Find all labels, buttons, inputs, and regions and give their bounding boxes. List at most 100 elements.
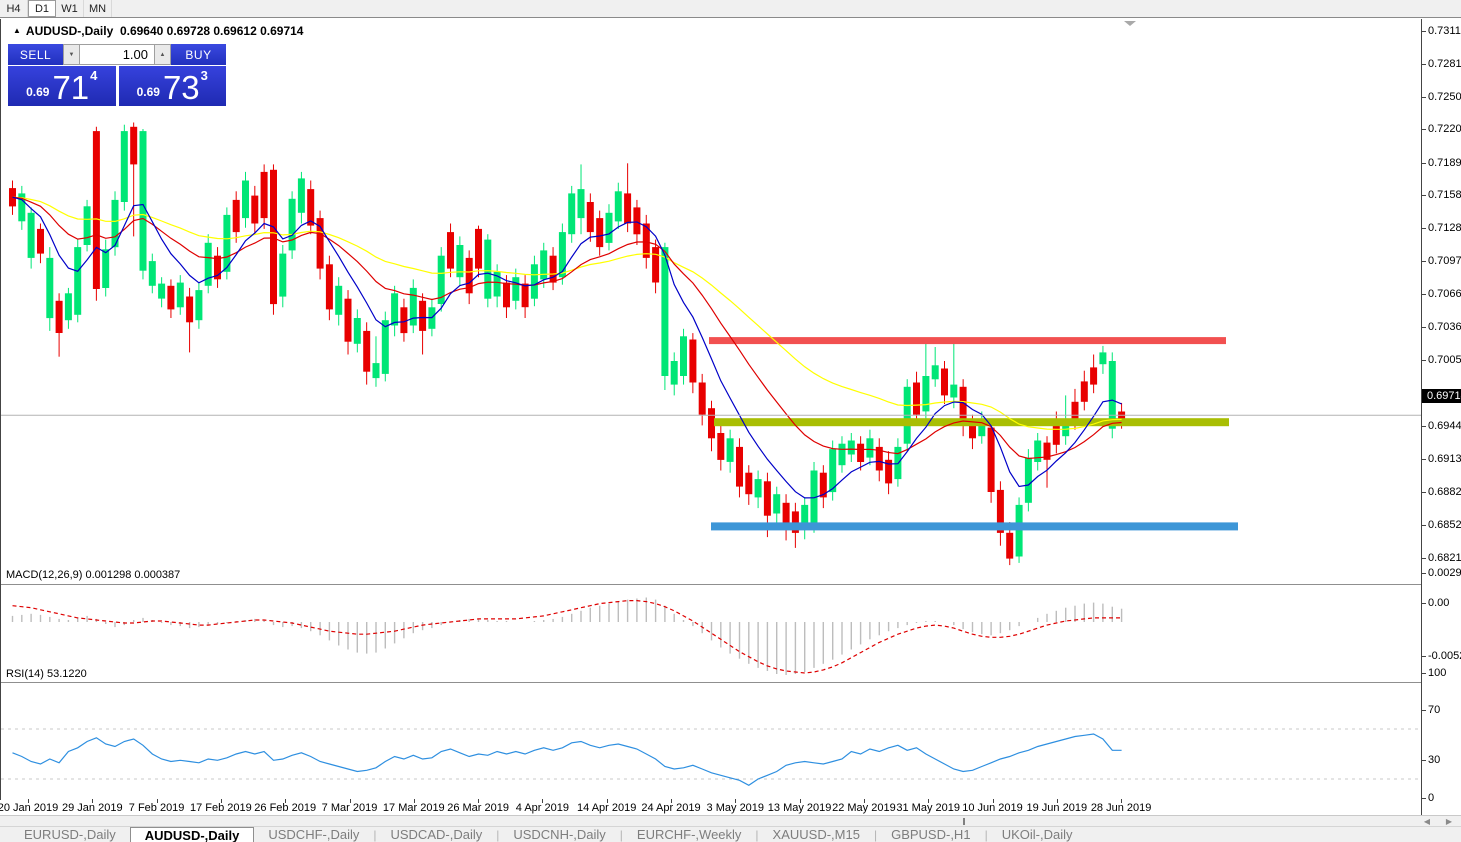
horizontal-scrollbar[interactable]: ◀ ▶ [0,815,1461,826]
axis-tick [1422,360,1426,362]
one-click-collapse-icon[interactable]: ▲ [13,26,21,35]
chart-tab-eurusd[interactable]: EURUSD-,Daily [10,827,130,842]
chart-shift-marker-icon[interactable] [1124,21,1136,26]
candle-body [661,247,669,376]
bid-price-display[interactable]: 0.69 71 4 [8,66,116,106]
candle-body [288,198,296,251]
timeframe-button-d1[interactable]: D1 [28,0,56,17]
candle-body [689,339,697,383]
candle-body [148,261,156,286]
date-axis-label: 13 May 2019 [767,802,832,814]
candle-body [55,300,63,333]
buy-button[interactable]: BUY [171,44,226,65]
timeframe-button-mn[interactable]: MN [84,0,112,17]
scroll-right-icon[interactable]: ▶ [1440,816,1458,826]
chart-tab-usdcnh[interactable]: USDCNH-,Daily [499,827,619,842]
date-axis-label: 14 Apr 2019 [577,802,637,814]
candle-body [27,212,35,258]
axis-tick [1422,797,1426,799]
axis-tick [1422,491,1426,493]
axis-tick [1422,603,1426,604]
candle-body [419,300,427,331]
price-axis[interactable]: 0.69714 0.73115 0.72810 0.72505 0.72200 0.71… [1421,19,1461,815]
chart-tab-ukoil[interactable]: UKOil-,Daily [988,827,1087,842]
chart-frame [0,19,1421,819]
date-axis-label: 22 May 2019 [832,802,896,814]
timeframe-toolbar: H4 D1 W1 MN [0,0,1461,18]
candle-body [391,293,399,326]
axis-tick [1422,228,1426,230]
candle-body [717,433,725,460]
candle-body [745,472,753,495]
axis-tick [1422,760,1426,761]
candle-body [1015,504,1023,557]
candle-body [698,382,706,415]
macd-axis-label: 0.002984 [1428,566,1461,579]
price-axis-label: 0.71585 [1428,189,1461,202]
candle-body [1024,457,1032,503]
timeframe-button-h4[interactable]: H4 [0,0,28,17]
candle-body [596,218,604,248]
candle-body [186,296,194,323]
chart-tab-eurchf[interactable]: EURCHF-,Weekly [623,827,756,842]
candle-body [363,330,371,372]
chart-tab-bar: EURUSD-,Daily AUDUSD-,Daily USDCHF-,Daily |… [0,826,1461,842]
candle-body [503,282,510,308]
candle-body [1099,352,1107,365]
date-axis-label: 19 Jun 2019 [1026,802,1088,814]
candle-body [549,255,557,283]
date-axis[interactable]: 20 Jan 2019 29 Jan 2019 7 Feb 2019 17 Feb 2… [0,799,1420,815]
chart-tab-usdcad[interactable]: USDCAD-,Daily [376,827,496,842]
volume-increase-button[interactable]: ▲ [154,44,171,65]
date-axis-label: 31 May 2019 [896,802,960,814]
candle-body [941,368,948,396]
axis-tick [1422,710,1426,711]
candle-body [130,126,138,165]
scrollbar-thumb[interactable] [963,818,965,825]
macd-axis-label: 0.00 [1428,597,1450,609]
ask-price-display[interactable]: 0.69 73 3 [118,66,226,106]
scroll-left-icon[interactable]: ◀ [1418,816,1436,826]
axis-tick [1422,96,1426,98]
axis-tick [1422,326,1426,328]
chart-tab-usdchf[interactable]: USDCHF-,Daily [254,827,373,842]
price-axis-label: 0.71890 [1428,156,1461,169]
candle-body [586,202,594,233]
candle-body [754,479,762,498]
chart-tab-audusd[interactable]: AUDUSD-,Daily [129,827,255,842]
candle-body [353,318,361,344]
date-axis-label: 20 Jan 2019 [0,802,59,814]
candle-body [83,206,91,245]
chart-tab-xauusd[interactable]: XAUUSD-,M15 [759,827,874,842]
rsi-pane[interactable] [1,684,1421,818]
candle-body [297,178,305,213]
candle-body [1080,381,1088,402]
date-axis-label: 24 Apr 2019 [641,802,701,814]
timeframe-button-w1[interactable]: W1 [56,0,84,17]
candle-body [1006,532,1014,559]
price-chart-pane[interactable] [1,38,1421,584]
macd-pane[interactable] [1,586,1421,682]
axis-tick [1422,63,1426,65]
rsi-indicator-label: RSI(14) 53.1220 [6,668,87,680]
candle-body [46,257,54,319]
axis-tick [1422,572,1426,574]
horizontal-line-object[interactable] [709,337,1226,345]
date-axis-label: 26 Mar 2019 [447,802,509,814]
candle-body [307,189,315,226]
sell-button[interactable]: SELL [8,44,63,65]
candle-body [475,228,482,269]
candle-body [931,365,939,380]
horizontal-line-object[interactable] [711,522,1238,531]
volume-decrease-button[interactable]: ▼ [63,44,80,65]
volume-input[interactable] [80,44,154,65]
candle-body [344,298,352,342]
price-axis-label: 0.71280 [1428,222,1461,235]
chart-tab-gbpusd[interactable]: GBPUSD-,H1 [877,827,984,842]
axis-tick [1422,524,1426,526]
candle-body [260,171,268,219]
candle-body [37,228,44,254]
price-axis-label: 0.70360 [1428,320,1461,333]
candle-body [624,193,632,224]
candle-body [1034,440,1042,462]
